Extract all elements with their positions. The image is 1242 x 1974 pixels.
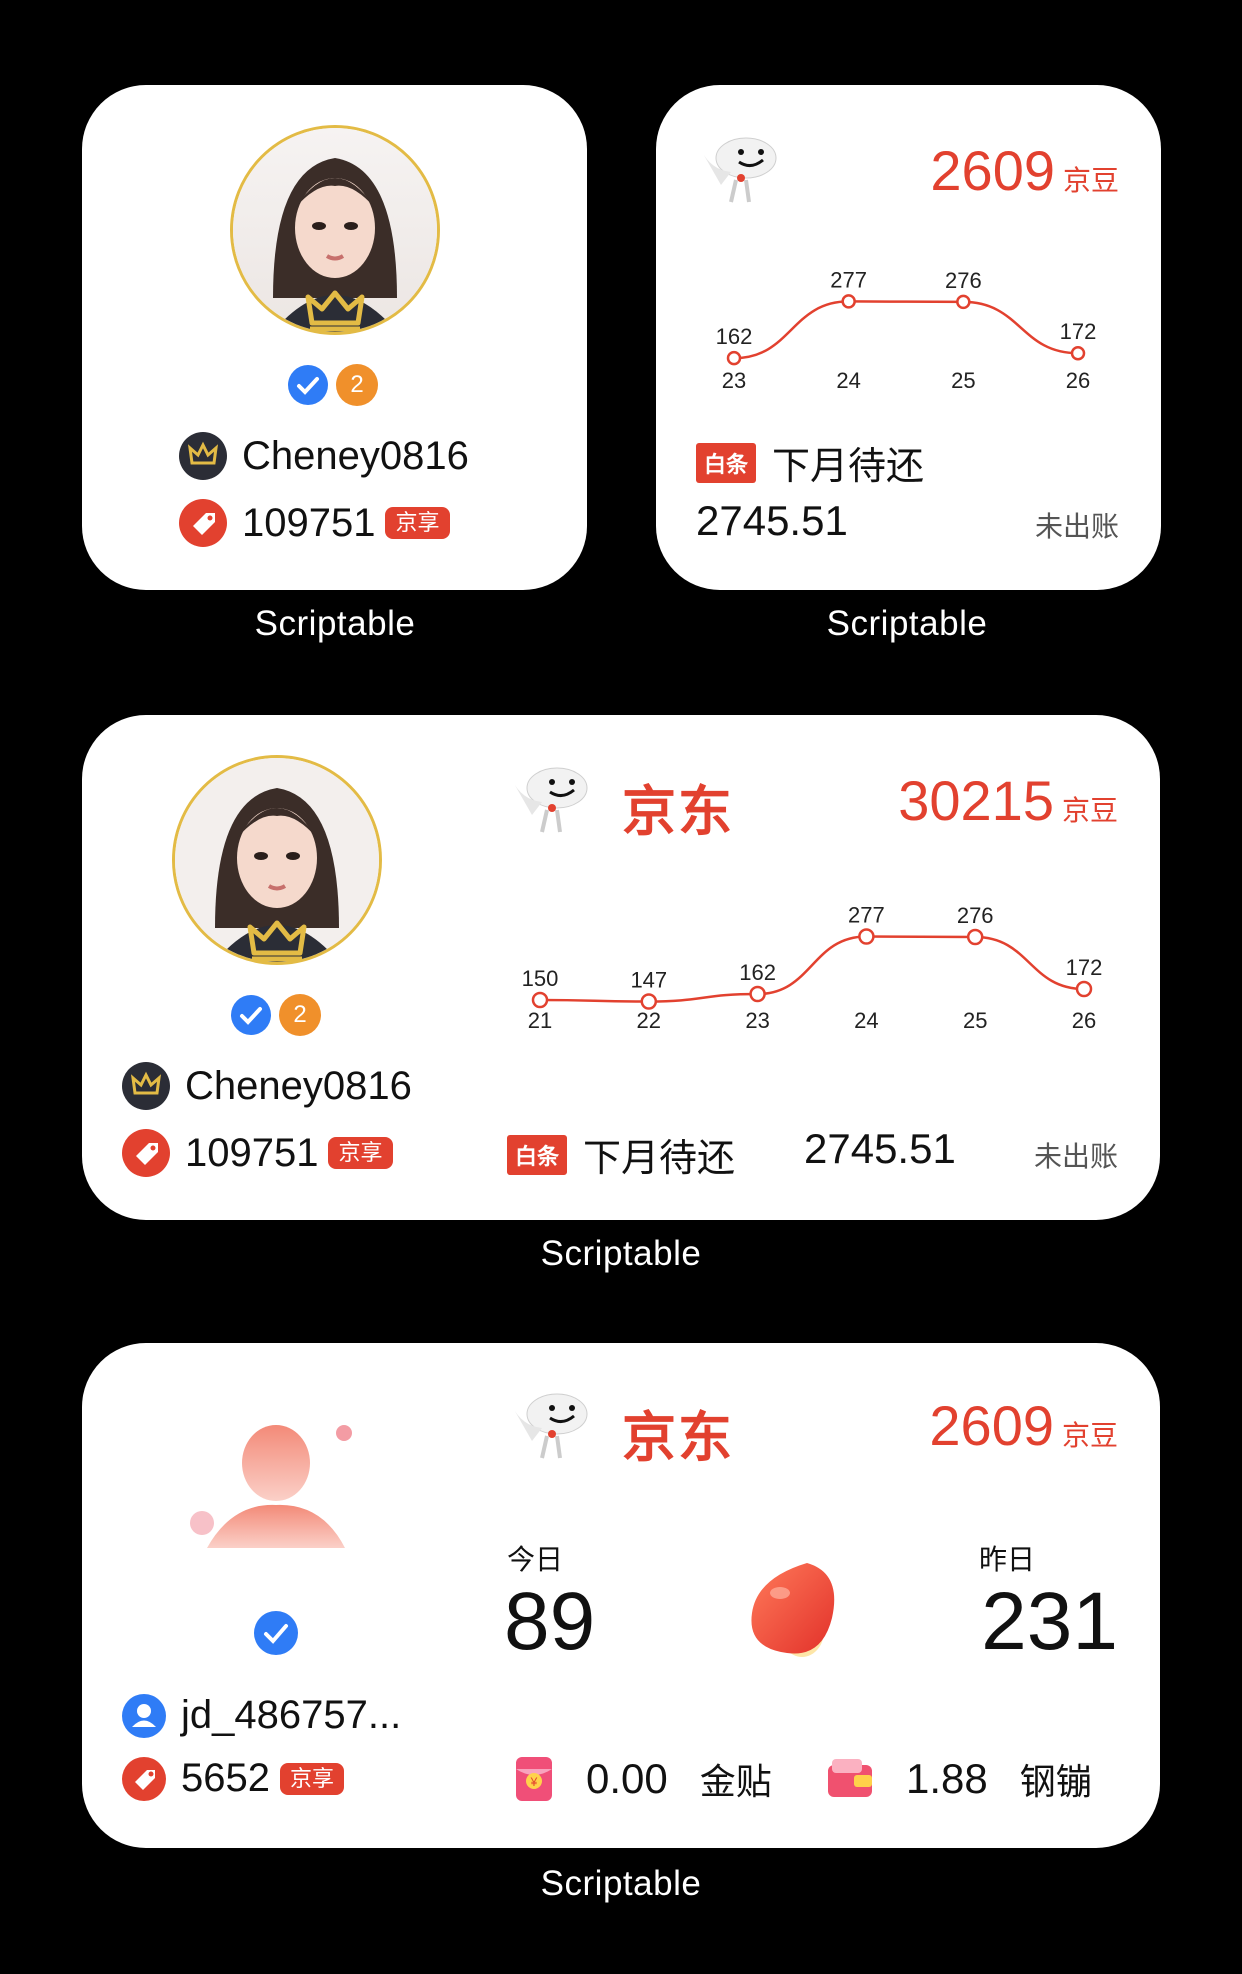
baitiao-tag: 白条 [507,1134,568,1175]
x-tick-label: 22 [637,1008,661,1030]
username: Cheney0816 [185,1063,412,1108]
level-badge: 2 [336,364,378,406]
crown-icon [280,285,390,335]
widget-medium-beans[interactable]: jd_486757... 5652 京享 京东 2609 京豆 今日 89 昨日… [82,1343,1160,1848]
x-tick-label: 26 [1066,368,1090,393]
beans-unit: 京豆 [1061,794,1118,826]
vip-tag: 京享 [385,507,450,539]
x-tick-label: 23 [745,1008,769,1030]
beans-unit: 京豆 [1062,164,1119,196]
widget-label: Scriptable [254,604,416,643]
x-tick-label: 26 [1072,1008,1096,1030]
vip-tag: 京享 [328,1137,393,1169]
wallet-icon [828,1759,872,1797]
svg-text:¥: ¥ [530,1775,538,1789]
jd-dog-icon [512,1393,588,1459]
x-tick-label: 24 [854,1008,878,1030]
x-tick-label: 21 [528,1008,552,1030]
crown-icon [179,432,227,480]
x-tick-label: 25 [951,368,975,393]
default-avatar [172,1383,382,1593]
data-point [531,991,549,1009]
data-label: 150 [522,966,559,991]
data-point [640,993,658,1010]
data-point [956,294,971,310]
data-point [749,985,766,1003]
data-point [841,294,856,309]
yesterday-value: 231 [981,1576,1118,1667]
data-label: 162 [716,324,753,349]
jd-brand: 京东 [622,782,734,842]
today-value: 89 [504,1576,596,1667]
jd-brand: 京东 [622,1408,734,1468]
series-line [539,935,1085,1003]
gangbeng-label: 钢镚 [1019,1761,1092,1802]
widget-beans-small[interactable]: 2609 京豆 162 23 277 24 276 25 172 26 白条 下月待还 274… [656,85,1161,590]
jintie-value: 0.00 [586,1755,668,1802]
data-label: 147 [630,968,667,993]
red-envelope-icon: ¥ [516,1757,552,1801]
x-tick-label: 24 [836,368,860,393]
data-point [1070,345,1086,361]
due-text: 下月待还 [583,1138,736,1180]
verified-icon [254,1611,298,1655]
level-badge: 2 [279,994,321,1036]
x-tick-label: 23 [722,368,746,393]
beans-total: 2609 [930,139,1055,202]
widget-label: Scriptable [540,1234,702,1273]
data-label: 277 [848,903,885,928]
tag-icon [179,499,227,547]
bill-status: 未出账 [1034,511,1119,542]
widget-medium[interactable]: 2 Cheney0816 109751 京享 京东 30215 京豆 150 21… [82,715,1160,1220]
gangbeng-value: 1.88 [906,1755,988,1802]
data-label: 276 [945,268,982,293]
data-label: 172 [1060,319,1097,344]
data-label: 276 [957,903,994,928]
widget-label: Scriptable [540,1864,702,1903]
username: jd_486757... [181,1693,402,1737]
jd-dog-icon [512,767,588,833]
username: Cheney0816 [242,433,469,478]
widget-user-small[interactable]: 2 Cheney0816 109751 京享 [82,85,587,590]
beans-count: 109751 [242,500,376,545]
beans-count: 109751 [185,1130,319,1175]
series-line [733,300,1079,360]
beans-trend-chart: 162 23 277 24 276 25 172 26 [716,267,1097,393]
verified-icon [288,365,328,405]
data-label: 172 [1066,955,1103,980]
jintie-label: 金贴 [699,1761,772,1802]
widget-label: Scriptable [826,604,988,643]
bean-icon [751,1563,835,1657]
x-tick-label: 25 [963,1008,987,1030]
crown-icon [122,1062,170,1110]
vip-tag: 京享 [279,1762,344,1795]
due-amount: 2745.51 [696,497,848,544]
verify-badges: 2 [288,364,378,406]
data-point [726,350,742,366]
yesterday-label: 昨日 [978,1544,1035,1575]
tag-icon [122,1756,166,1801]
bill-status: 未出账 [1033,1141,1118,1172]
user-icon [122,1693,166,1738]
data-label: 162 [739,960,776,985]
verified-icon [231,995,271,1035]
beans-count: 5652 [181,1756,270,1800]
crown-icon [222,915,332,965]
tag-icon [122,1129,170,1177]
jd-dog-icon [701,137,777,203]
data-point [1075,980,1093,998]
beans-total: 2609 [929,1394,1054,1457]
data-point [966,928,984,946]
due-amount: 2745.51 [804,1125,956,1172]
today-label: 今日 [507,1544,564,1575]
baitiao-tag: 白条 [696,442,757,483]
data-label: 277 [830,267,867,292]
beans-total: 30215 [898,769,1054,832]
due-text: 下月待还 [772,446,925,488]
beans-unit: 京豆 [1061,1419,1118,1451]
beans-trend-chart: 150 21 147 22 162 23 277 24 276 25 172 26 [522,903,1103,1031]
data-point [858,928,875,945]
